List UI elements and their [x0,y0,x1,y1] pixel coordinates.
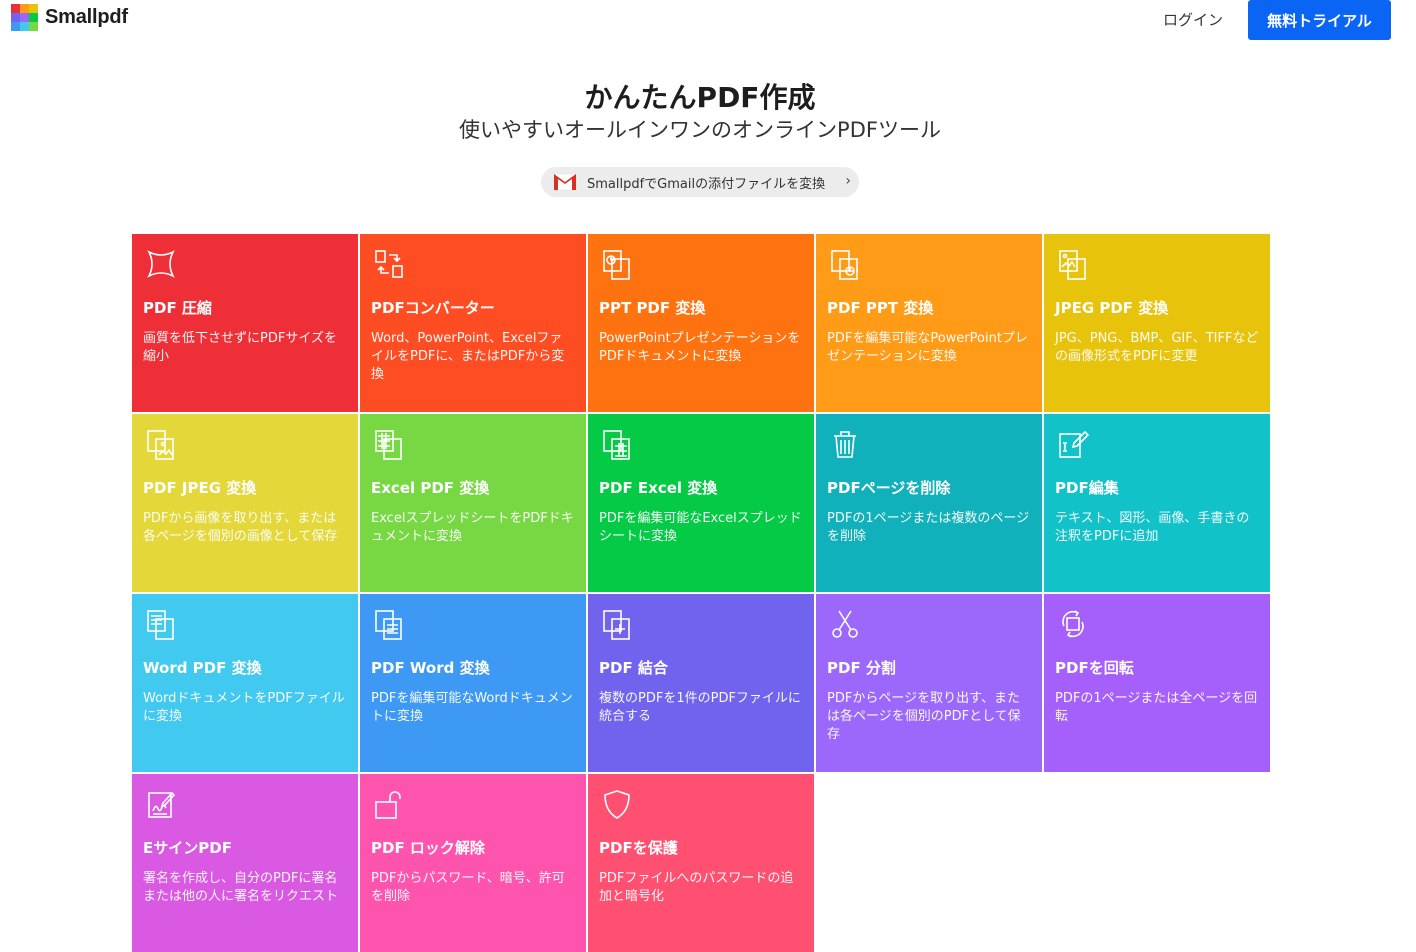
tool-title: PDF ロック解除 [371,839,485,857]
tool-description: 署名を作成し、自分のPDFに署名または他の人に署名をリクエスト [143,871,339,904]
tool-description: 複数のPDFを1件のPDFファイルに統合する [599,691,801,724]
header: Smallpdf ログイン 無料トライアル [0,0,1416,40]
tool-tile[interactable]: PDFを保護 PDFファイルへのパスワードの追加と暗号化 [588,774,814,952]
tool-title: Excel PDF 変換 [371,479,490,497]
tool-title: PDFを回転 [1055,659,1134,677]
tool-tile[interactable]: PDF 圧縮画質を低下させずにPDFサイズを縮小 [132,234,358,412]
trash-icon [828,427,862,461]
excel-to-pdf-icon [372,427,406,461]
edit-icon [1056,427,1090,461]
tool-title: PPT PDF 変換 [599,299,706,317]
tool-description: PDFを編集可能なExcelスプレッドシートに変換 [599,511,802,544]
scissors-icon [828,607,862,641]
tool-tile[interactable]: PDFを回転 PDFの1ページまたは全ページを回転 [1044,594,1270,772]
free-trial-button[interactable]: 無料トライアル [1248,0,1391,40]
tool-grid: PDF 圧縮画質を低下させずにPDFサイズを縮小 PDFコンバーター Word、Po… [132,234,1270,952]
tool-description: WordドキュメントをPDFファイルに変換 [143,691,345,724]
page-title: かんたんPDF作成 [584,81,816,114]
tool-description: PDFファイルへのパスワードの追加と暗号化 [599,871,794,904]
tool-description: PDFから画像を取り出す、または各ページを個別の画像として保存 [143,511,338,544]
logo-text: Smallpdf [45,6,128,28]
tool-tile[interactable]: PDFコンバーター Word、PowerPoint、ExcelファイルをPDFに、… [360,234,586,412]
tool-title: PDF 結合 [599,659,668,677]
tool-title: Word PDF 変換 [143,659,262,677]
shield-icon [600,787,634,821]
tool-tile[interactable]: PDF ロック解除 PDFからパスワード、暗号、許可を削除 [360,774,586,952]
tool-description: PDFの1ページまたは複数のページを削除 [827,511,1030,544]
pdf-to-excel-icon [600,427,634,461]
gmail-link-button[interactable]: SmallpdfでGmailの添付ファイルを変換 › [541,167,859,197]
tool-description: PowerPointプレゼンテーションをPDFドキュメントに変換 [599,331,801,364]
tool-tile[interactable]: PDF PPT 変換 PDFを編集可能なPowerPointプレゼンテーションに変… [816,234,1042,412]
tool-title: PDF 圧縮 [143,299,212,317]
tool-tile[interactable]: Word PDF 変換 WordドキュメントをPDFファイルに変換 [132,594,358,772]
word-to-pdf-icon [144,607,178,641]
tool-description: PDFからパスワード、暗号、許可を削除 [371,871,565,904]
pdf-to-word-icon [372,607,406,641]
converter-icon [372,247,406,281]
tool-tile[interactable]: PDFページを削除 PDFの1ページまたは複数のページを削除 [816,414,1042,592]
rotate-icon [1056,607,1090,641]
tool-tile[interactable]: PPT PDF 変換 PowerPointプレゼンテーションをPDFドキュメントに… [588,234,814,412]
pdf-to-jpg-icon [144,427,178,461]
pdf-to-ppt-icon [828,247,862,281]
ppt-to-pdf-icon [600,247,634,281]
tool-description: PDFを編集可能なPowerPointプレゼンテーションに変換 [827,331,1028,364]
tool-title: JPEG PDF 変換 [1055,299,1169,317]
tool-title: PDF Excel 変換 [599,479,718,497]
tool-tile[interactable]: Excel PDF 変換 ExcelスプレッドシートをPDFドキュメントに変換 [360,414,586,592]
merge-icon [600,607,634,641]
tool-tile[interactable]: PDF Excel 変換 PDFを編集可能なExcelスプレッドシートに変換 [588,414,814,592]
tool-description: PDFを編集可能なWordドキュメントに変換 [371,691,573,724]
tool-title: PDF編集 [1055,479,1119,497]
tool-description: Word、PowerPoint、ExcelファイルをPDFに、またはPDFから変… [371,331,565,382]
tool-tile[interactable]: PDF 結合複数のPDFを1件のPDFファイルに統合する [588,594,814,772]
tool-title: PDF Word 変換 [371,659,490,677]
tool-title: PDFコンバーター [371,299,495,317]
tool-tile[interactable]: PDF Word 変換 PDFを編集可能なWordドキュメントに変換 [360,594,586,772]
tool-description: テキスト、図形、画像、手書きの注釈をPDFに追加 [1055,511,1250,544]
tool-title: PDF JPEG 変換 [143,479,257,497]
tool-description: 画質を低下させずにPDFサイズを縮小 [143,331,337,364]
compress-icon [144,247,178,281]
tool-tile[interactable]: PDF 分割 PDFからページを取り出す、または各ページを個別のPDFとして保存 [816,594,1042,772]
esign-icon [144,787,178,821]
jpg-to-pdf-icon [1056,247,1090,281]
gmail-link-text: SmallpdfでGmailの添付ファイルを変換 [587,176,826,192]
tool-tile[interactable]: EサインPDF 署名を作成し、自分のPDFに署名または他の人に署名をリクエスト [132,774,358,952]
tool-description: PDFからページを取り出す、または各ページを個別のPDFとして保存 [827,691,1021,742]
tool-title: PDF 分割 [827,659,896,677]
tool-tile[interactable]: PDF JPEG 変換 PDFから画像を取り出す、または各ページを個別の画像として… [132,414,358,592]
tool-title: PDF PPT 変換 [827,299,934,317]
page-subtitle: 使いやすいオールインワンのオンラインPDFツール [459,118,941,142]
tool-description: ExcelスプレッドシートをPDFドキュメントに変換 [371,511,574,544]
chevron-right-icon: › [845,173,851,189]
tool-tile[interactable]: JPEG PDF 変換 JPG、PNG、BMP、GIF、TIFFなどの画像形式をP… [1044,234,1270,412]
tool-title: EサインPDF [143,839,232,857]
smallpdf-logo[interactable]: Smallpdf [11,4,128,31]
tool-title: PDFページを削除 [827,479,951,497]
login-link[interactable]: ログイン [1163,9,1223,30]
tool-description: PDFの1ページまたは全ページを回転 [1055,691,1258,724]
tool-title: PDFを保護 [599,839,678,857]
gmail-icon [553,173,577,191]
tool-tile[interactable]: PDF編集テキスト、図形、画像、手書きの注釈をPDFに追加 [1044,414,1270,592]
logo-mark-icon [11,4,38,31]
tool-description: JPG、PNG、BMP、GIF、TIFFなどの画像形式をPDFに変更 [1055,331,1259,364]
unlock-icon [372,787,406,821]
